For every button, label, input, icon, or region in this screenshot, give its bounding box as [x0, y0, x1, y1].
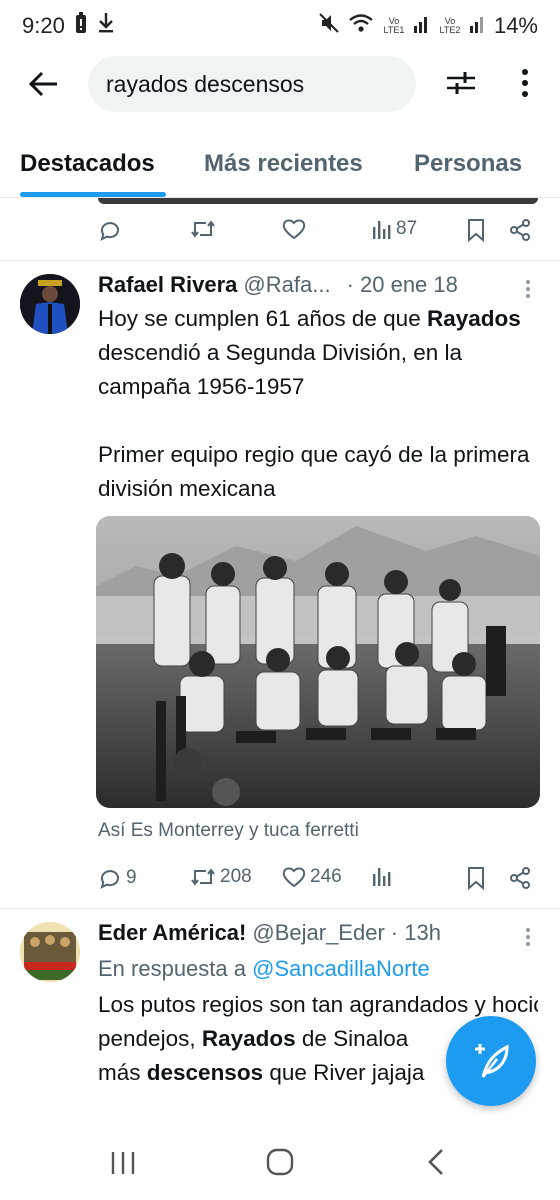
reply-button[interactable]: 9: [98, 866, 137, 890]
bar-chart-icon: [373, 868, 391, 886]
retweet-icon: [191, 220, 215, 238]
retweet-button[interactable]: [190, 218, 216, 240]
tweet-text: Hoy se cumplen 61 años de que Rayados de…: [98, 302, 538, 404]
recents-icon: [111, 1152, 135, 1174]
like-button[interactable]: [282, 218, 306, 240]
author-name[interactable]: Rafael Rivera: [98, 272, 237, 298]
reply-to-handle[interactable]: @SancadillaNorte: [252, 956, 430, 981]
wifi-icon: [348, 12, 374, 40]
reply-icon: [100, 870, 119, 889]
active-tab-indicator: [20, 192, 166, 197]
tweet-text-part: de Sinaloa: [295, 1026, 409, 1051]
tab-destacados[interactable]: Destacados: [20, 150, 155, 178]
replying-to: En respuesta a @SancadillaNorte: [98, 956, 430, 982]
bookmark-button[interactable]: [466, 866, 486, 890]
more-vertical-icon: [522, 69, 528, 97]
reply-prefix: En respuesta a: [98, 956, 246, 981]
recent-apps-button[interactable]: [110, 1150, 136, 1181]
status-time: 9:20: [22, 13, 65, 38]
photo-caption: Así Es Monterrey y tuca ferretti: [98, 820, 359, 841]
previous-tweet-actions: 87: [96, 212, 536, 252]
search-header: rayados descensos: [0, 52, 560, 116]
home-button[interactable]: [266, 1148, 294, 1181]
reply-button[interactable]: [98, 218, 122, 242]
bookmark-icon: [468, 219, 484, 242]
avatar[interactable]: [20, 922, 80, 982]
tweet-text-part: Primer equipo regio que cayó de la prime…: [98, 442, 530, 501]
search-query: rayados descensos: [106, 70, 305, 97]
back-button[interactable]: [14, 54, 74, 114]
share-button[interactable]: [508, 866, 532, 890]
retweet-button[interactable]: 208: [190, 866, 252, 888]
system-back-button[interactable]: [426, 1148, 446, 1181]
search-tabs: Destacados Más recientes Personas: [0, 134, 560, 198]
sim2-label: Vo LTE2: [439, 16, 461, 35]
tab-personas[interactable]: Personas: [414, 150, 522, 178]
heart-icon: [282, 867, 306, 888]
battery-level: 14%: [493, 13, 538, 38]
tweet-text-part: Hoy se cumplen 61 años de que: [98, 306, 427, 331]
compose-tweet-button[interactable]: [446, 1016, 536, 1106]
search-filter-button[interactable]: [436, 58, 486, 108]
tweet-photo[interactable]: [96, 516, 540, 808]
search-highlight: Rayados: [426, 306, 521, 331]
sim1-label: Vo LTE1: [383, 16, 405, 35]
signal-icon: [413, 13, 430, 39]
reply-count: 9: [126, 867, 137, 888]
author-handle[interactable]: @Bejar_Eder: [252, 920, 384, 946]
status-bar: 9:20 Vo LTE1 Vo LTE2 14%: [0, 0, 560, 52]
previous-tweet-image[interactable]: [98, 198, 538, 204]
views-button[interactable]: [372, 866, 392, 886]
bookmark-button[interactable]: [466, 218, 486, 242]
bookmark-icon: [468, 867, 484, 890]
tweet-actions: 9 208 246: [96, 860, 536, 900]
download-icon: [97, 12, 115, 40]
share-icon: [510, 867, 530, 889]
arrow-left-icon: [29, 71, 57, 97]
sliders-icon: [447, 72, 475, 94]
tweet-more-button[interactable]: [518, 922, 538, 952]
home-icon: [266, 1148, 294, 1176]
battery-saver-icon: [75, 12, 87, 40]
like-count: 246: [310, 866, 342, 887]
like-button[interactable]: 246: [282, 866, 342, 888]
more-options-button[interactable]: [500, 58, 550, 108]
tweet-more-button[interactable]: [518, 274, 538, 304]
author-name[interactable]: Eder América!: [98, 920, 246, 946]
tweet-header: Eder América! @Bejar_Eder · 13h: [98, 920, 441, 946]
share-icon: [510, 219, 530, 241]
tweet-text-part: Los putos regios son tan agrandados y ho…: [98, 992, 538, 1017]
search-highlight: Rayados: [201, 1026, 296, 1051]
retweet-icon: [191, 868, 215, 886]
bar-chart-icon: [373, 221, 391, 239]
system-nav-bar: [0, 1130, 560, 1200]
tweet-time[interactable]: · 20 ene 18: [347, 272, 458, 298]
tab-mas-recientes[interactable]: Más recientes: [204, 150, 363, 178]
reply-icon: [100, 222, 119, 241]
share-button[interactable]: [508, 218, 532, 242]
signal-icon: [469, 13, 486, 39]
tweet-text-part: que River jajaja: [263, 1060, 425, 1085]
author-handle[interactable]: @Rafa...: [243, 272, 330, 298]
divider: [0, 260, 560, 261]
avatar[interactable]: [20, 274, 80, 334]
search-input[interactable]: rayados descensos: [88, 56, 416, 112]
tweet-text-part: más: [98, 1060, 147, 1085]
retweet-count: 208: [220, 866, 252, 887]
tweet-text-part: pendejos,: [98, 1026, 202, 1051]
tweet-header: Rafael Rivera @Rafa... · 20 ene 18: [98, 272, 458, 298]
tweet-time[interactable]: · 13h: [391, 920, 441, 946]
search-highlight: descensos: [146, 1060, 264, 1085]
chevron-left-icon: [428, 1149, 443, 1175]
divider: [0, 908, 560, 909]
views-count: 87: [396, 218, 418, 239]
tweet-text-paragraph: Primer equipo regio que cayó de la prime…: [98, 438, 538, 506]
mute-icon: [318, 12, 340, 40]
feather-plus-icon: [475, 1044, 509, 1078]
views-button[interactable]: 87: [372, 218, 417, 240]
tweet-text-part: descendió a Segunda División, en la camp…: [98, 340, 462, 399]
heart-icon: [282, 219, 306, 240]
